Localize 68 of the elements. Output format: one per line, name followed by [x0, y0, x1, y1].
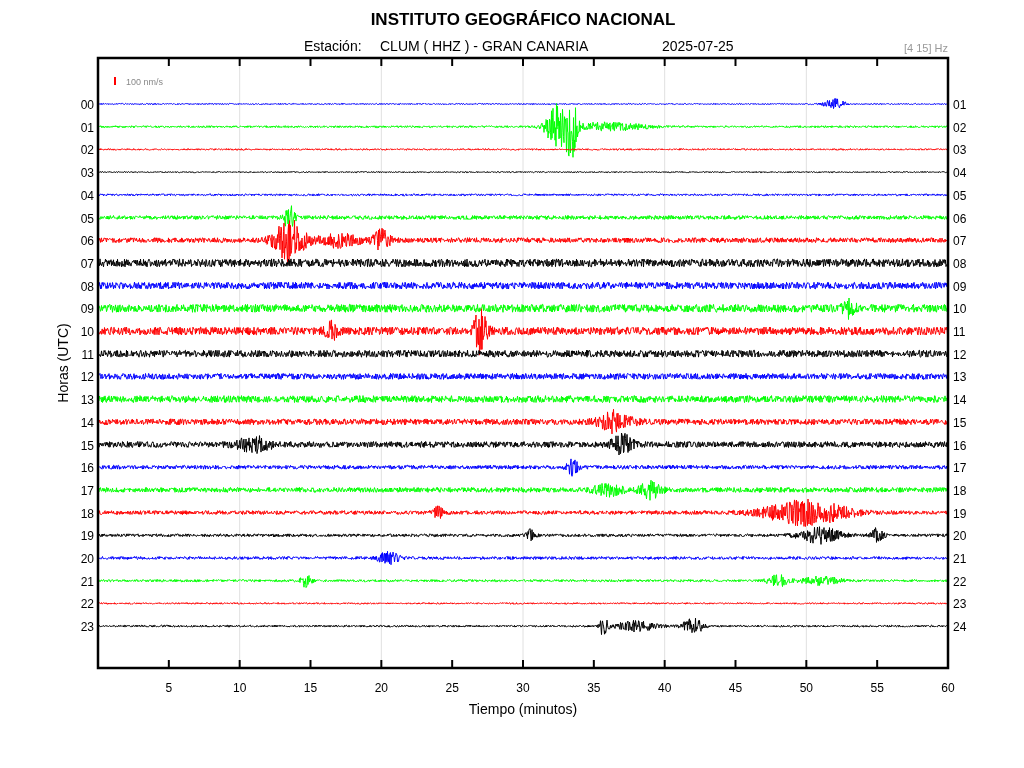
x-tick-label: 40 — [658, 681, 672, 695]
hour-label: 15 — [953, 415, 967, 430]
hour-label: 17 — [80, 483, 94, 498]
hour-label: 10 — [80, 325, 94, 339]
hour-label: 09 — [953, 279, 967, 294]
hour-label: 18 — [80, 506, 94, 521]
hour-label: 23 — [80, 620, 94, 635]
hour-label: 20 — [80, 552, 94, 566]
hour-label: 05 — [80, 211, 94, 226]
hour-label: 24 — [953, 620, 967, 635]
hour-label: 23 — [953, 597, 967, 612]
hour-label: 00 — [80, 98, 94, 112]
hour-label: 05 — [953, 188, 967, 203]
x-tick-label: 30 — [516, 681, 530, 695]
hour-label: 14 — [953, 393, 967, 408]
scale-label: 100 nm/s — [126, 77, 164, 87]
x-tick-label: 20 — [374, 681, 388, 695]
hour-label: 22 — [953, 574, 967, 589]
hour-label: 19 — [80, 529, 94, 544]
hour-label: 03 — [80, 166, 94, 181]
hour-label: 04 — [953, 166, 967, 181]
x-tick-label: 45 — [728, 681, 743, 695]
y-axis-label: Horas (UTC) — [55, 323, 71, 403]
x-tick-label: 15 — [303, 681, 318, 695]
hour-label: 09 — [80, 302, 94, 317]
filter-label: [4 15] Hz — [903, 42, 948, 54]
hour-label: 02 — [953, 120, 967, 135]
hour-label: 08 — [80, 279, 94, 294]
hour-label: 07 — [80, 256, 94, 271]
hour-label: 04 — [80, 188, 94, 203]
x-tick-label: 60 — [941, 681, 955, 695]
hour-label: 01 — [953, 98, 967, 112]
hour-label: 14 — [80, 415, 94, 430]
hour-label: 17 — [953, 461, 967, 476]
hour-label: 06 — [953, 211, 967, 226]
x-axis-label: Tiempo (minutos) — [468, 701, 578, 717]
x-tick-label: 50 — [799, 681, 813, 695]
x-tick-label: 35 — [587, 681, 601, 695]
x-tick-label: 25 — [445, 681, 459, 695]
x-tick-label: 10 — [233, 681, 247, 695]
hour-label: 21 — [80, 574, 94, 589]
hour-label: 16 — [953, 438, 967, 453]
station-name: CLUM ( HHZ ) - GRAN CANARIA — [380, 38, 589, 54]
date-label: 2025-07-25 — [662, 38, 734, 54]
hour-label: 19 — [953, 506, 967, 521]
hour-label: 01 — [80, 120, 94, 135]
hour-label: 13 — [80, 393, 94, 408]
hour-label: 11 — [953, 325, 966, 339]
hour-label: 22 — [80, 597, 94, 612]
hour-label: 03 — [953, 143, 967, 158]
x-tick-label: 5 — [165, 681, 173, 695]
hour-label: 15 — [80, 438, 94, 453]
hour-label: 18 — [953, 483, 967, 498]
hour-label: 21 — [953, 552, 967, 566]
hour-label: 06 — [80, 234, 94, 249]
hour-label: 16 — [80, 461, 94, 476]
hour-label: 08 — [953, 256, 967, 271]
hour-label: 20 — [953, 529, 967, 544]
chart-title: INSTITUTO GEOGRÁFICO NACIONAL — [370, 10, 676, 29]
hour-label: 07 — [953, 234, 967, 249]
hour-label: 02 — [80, 143, 94, 158]
hour-label: 10 — [953, 302, 967, 317]
hour-label: 12 — [953, 347, 967, 362]
station-label: Estación: — [304, 38, 362, 54]
hour-label: 13 — [953, 370, 967, 385]
x-tick-label: 55 — [870, 681, 884, 695]
hour-label: 11 — [81, 347, 94, 362]
hour-label: 12 — [80, 370, 94, 385]
